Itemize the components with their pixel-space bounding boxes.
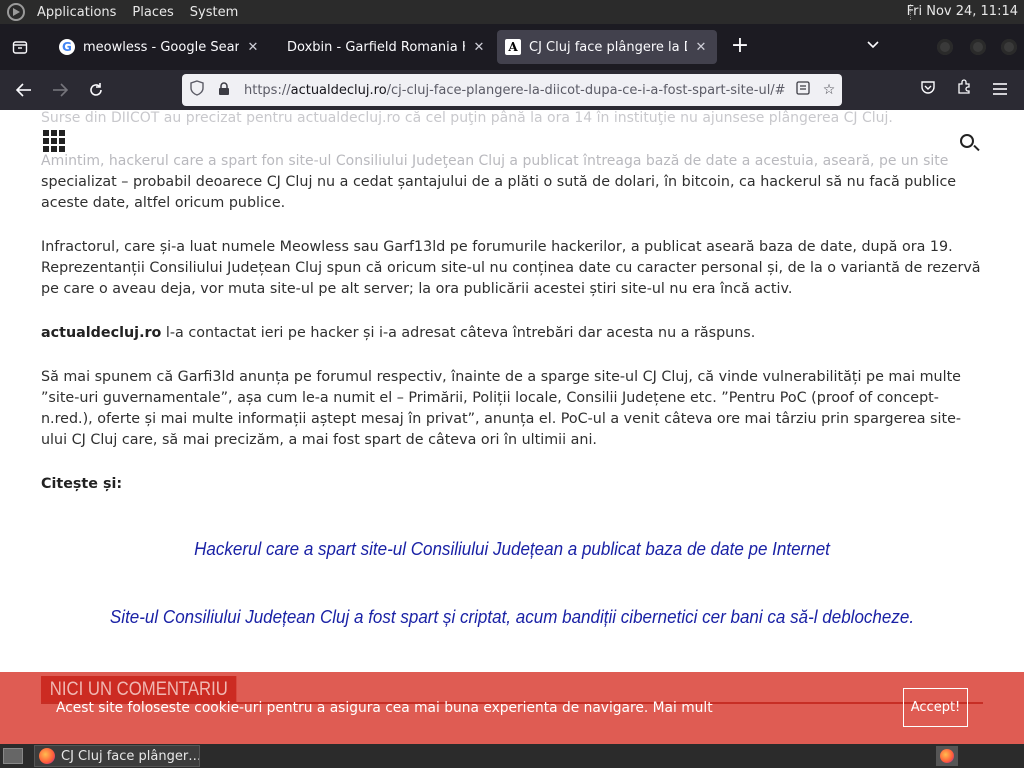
tab-title: CJ Cluj face plângere la DIICOT	[529, 39, 687, 55]
bottom-taskbar: CJ Cluj face plânger…	[0, 744, 1024, 768]
menu-grid-icon[interactable]	[43, 130, 65, 152]
url-domain: actualdecluj.ro	[290, 82, 387, 98]
maximize-window-button[interactable]	[970, 39, 986, 55]
tray-firefox-icon[interactable]	[936, 746, 958, 766]
close-tab-icon[interactable]: ✕	[471, 40, 487, 55]
firefox-view-icon[interactable]	[3, 30, 37, 64]
search-icon[interactable]	[960, 134, 974, 148]
hamburger-menu-icon[interactable]	[988, 78, 1012, 102]
minimize-window-button[interactable]	[937, 39, 953, 55]
url-text[interactable]: https://actualdecluj.ro/cj-cluj-face-pla…	[244, 83, 790, 98]
faded-article-text: Amintim, hackerul care a spart fon site-…	[41, 153, 949, 169]
reload-button[interactable]	[80, 74, 112, 106]
firefox-icon	[39, 748, 55, 764]
cookie-banner: NICI UN COMENTARIU Acest site foloseste …	[0, 672, 1024, 744]
forward-button[interactable]	[44, 74, 76, 106]
tracking-protection-shield-icon[interactable]	[190, 80, 206, 100]
url-scheme: https://	[244, 82, 291, 98]
show-desktop-icon[interactable]	[3, 748, 23, 764]
accept-cookies-button[interactable]: Accept!	[903, 688, 968, 727]
navigation-toolbar: https://actualdecluj.ro/cj-cluj-face-pla…	[0, 70, 1024, 110]
google-icon	[59, 39, 75, 55]
address-bar[interactable]: https://actualdecluj.ro/cj-cluj-face-pla…	[182, 74, 842, 106]
taskbar-window-button[interactable]: CJ Cluj face plânger…	[34, 745, 200, 767]
read-also-heading: Citește și:	[41, 476, 123, 492]
places-menu[interactable]: Places	[128, 5, 177, 20]
pocket-icon[interactable]	[916, 78, 940, 102]
tab-google-search[interactable]: meowless - Google Search ✕	[51, 30, 269, 64]
new-tab-button[interactable]: +	[723, 30, 757, 64]
related-article-link[interactable]: Site-ul Consiliului Județean Cluj a fost…	[41, 606, 983, 628]
bookmark-star-icon[interactable]: ☆	[816, 82, 842, 98]
applications-menu[interactable]: Applications	[33, 5, 120, 20]
tab-doxbin[interactable]: Doxbin - Garfield Romania Hack ✕	[273, 30, 495, 64]
close-window-button[interactable]	[1001, 39, 1017, 55]
url-path: /cj-cluj-face-plangere-la-diicot-dupa-ce…	[386, 82, 786, 98]
clock[interactable]: Fri Nov 24, 11:14	[907, 4, 1018, 19]
site-name-link[interactable]: actualdecluj.ro	[41, 325, 161, 341]
related-article-link[interactable]: Hackerul care a spart site-ul Consiliulu…	[41, 538, 983, 560]
tab-cj-cluj-article[interactable]: A CJ Cluj face plângere la DIICOT ✕	[497, 30, 717, 64]
reader-view-icon[interactable]	[790, 81, 816, 99]
close-tab-icon[interactable]: ✕	[245, 40, 261, 55]
system-menu[interactable]: System	[186, 5, 242, 20]
article-icon: A	[505, 39, 521, 55]
lock-icon[interactable]	[218, 81, 234, 99]
page-content: Surse din DIICOT au precizat pentru actu…	[0, 110, 1024, 744]
tab-title: Doxbin - Garfield Romania Hack	[287, 39, 465, 55]
article-paragraph: Infractorul, care și-a luat numele Meowl…	[41, 239, 981, 297]
list-all-tabs-button[interactable]	[860, 30, 886, 64]
article-paragraph: actualdecluj.ro l-a contactat ieri pe ha…	[41, 323, 986, 344]
paragraph-text: l-a contactat ieri pe hacker și i-a adre…	[161, 325, 756, 341]
top-panel: Applications Places System Fri Nov 24, 1…	[0, 0, 1024, 24]
article-paragraph: Să mai spunem că Garfi3ld anunța pe foru…	[41, 369, 962, 448]
taskbar-window-title: CJ Cluj face plânger…	[61, 748, 199, 764]
faded-article-text: Surse din DIICOT au precizat pentru actu…	[41, 110, 893, 126]
back-button[interactable]	[8, 74, 40, 106]
distro-logo-icon[interactable]	[7, 3, 25, 21]
close-tab-icon[interactable]: ✕	[693, 40, 709, 55]
extensions-icon[interactable]	[952, 78, 976, 102]
tab-strip: meowless - Google Search ✕ Doxbin - Garf…	[0, 24, 1024, 70]
article-paragraph: specializat – probabil deoarece CJ Cluj …	[41, 174, 957, 211]
tab-title: meowless - Google Search	[83, 39, 239, 55]
cookie-message: Acest site foloseste cookie-uri pentru a…	[56, 700, 713, 716]
